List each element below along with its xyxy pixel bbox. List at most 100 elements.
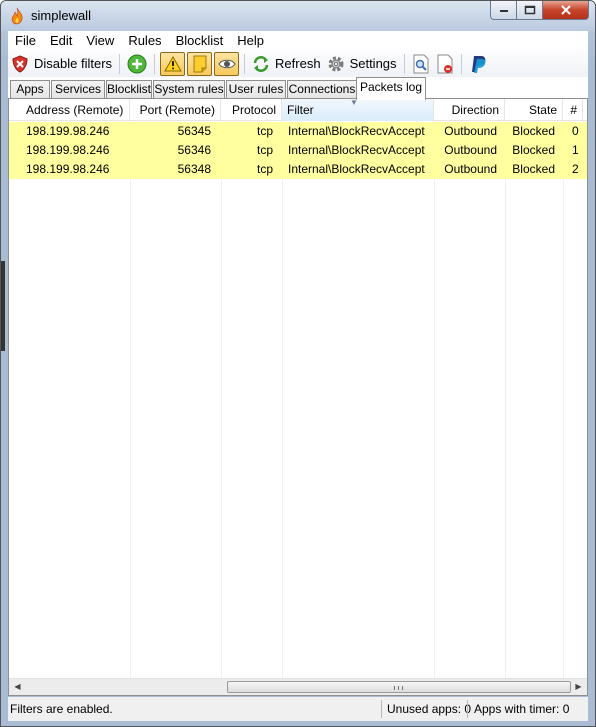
- cell-address: 198.199.98.246: [26, 143, 110, 157]
- toolbar-separator: [154, 53, 156, 74]
- gear-icon: [328, 56, 344, 71]
- menu-blocklist[interactable]: Blocklist: [169, 31, 231, 50]
- cell-address: 198.199.98.246: [26, 162, 110, 176]
- cell-number: 0: [572, 124, 579, 138]
- cell-filter: Internal\BlockRecvAccept: [288, 143, 425, 157]
- scrollbar-thumb[interactable]: [227, 681, 571, 693]
- unused-apps-status: Unused apps: 0: [387, 702, 472, 716]
- flame-icon: [11, 7, 23, 25]
- cell-direction: Outbound: [444, 143, 497, 157]
- cell-state: Blocked: [512, 162, 555, 176]
- menu-help[interactable]: Help: [230, 31, 271, 50]
- tab-bar: Apps Services Blocklist System rules Use…: [8, 77, 588, 100]
- notifications-toggle[interactable]: [160, 51, 186, 76]
- table-row[interactable]: 198.199.98.246 56346 tcp Internal\BlockR…: [9, 141, 587, 160]
- donate-button[interactable]: [466, 52, 492, 76]
- disable-filters-label: Disable filters: [34, 56, 113, 71]
- minimize-button[interactable]: [490, 1, 517, 20]
- minimize-icon: [499, 10, 508, 12]
- cell-filter: Internal\BlockRecvAccept: [288, 162, 425, 176]
- document-delete-icon: [437, 54, 453, 73]
- column-divider: [282, 121, 283, 678]
- toolbar: Disable filters Refresh Settings: [8, 50, 588, 77]
- warning-icon: [163, 55, 182, 71]
- log-view-toggle[interactable]: [214, 51, 240, 76]
- table-row[interactable]: 198.199.98.246 56345 tcp Internal\BlockR…: [9, 122, 587, 141]
- settings-label: Settings: [349, 56, 397, 71]
- menu-view[interactable]: View: [79, 31, 121, 50]
- refresh-icon: [253, 55, 269, 72]
- log-show-button[interactable]: [409, 52, 433, 76]
- column-header-protocol[interactable]: Protocol: [221, 99, 282, 121]
- cell-protocol: tcp: [256, 162, 273, 176]
- cell-filter: Internal\BlockRecvAccept: [288, 124, 425, 138]
- log-toggle[interactable]: [187, 51, 213, 76]
- tab-system-rules[interactable]: System rules: [153, 80, 225, 99]
- cell-state: Blocked: [512, 124, 555, 138]
- maximize-icon: [524, 5, 535, 15]
- add-button[interactable]: [124, 52, 150, 76]
- window-title: simplewall: [31, 8, 91, 23]
- column-header-direction[interactable]: Direction: [434, 99, 505, 121]
- tab-blocklist[interactable]: Blocklist: [106, 80, 152, 99]
- window-edge-shadow: [1, 261, 5, 351]
- refresh-button[interactable]: Refresh: [249, 52, 324, 76]
- cell-state: Blocked: [512, 143, 555, 157]
- horizontal-scrollbar[interactable]: ◀ ▶: [9, 678, 587, 695]
- cell-protocol: tcp: [256, 124, 273, 138]
- cell-port: 56345: [177, 124, 211, 138]
- plus-icon: [127, 54, 147, 73]
- list-header: Address (Remote) Port (Remote) Protocol …: [9, 99, 587, 121]
- toolbar-separator: [403, 53, 405, 74]
- tab-apps[interactable]: Apps: [10, 80, 50, 99]
- app-window: simplewall File Edit View Rules Blocklis…: [0, 0, 596, 727]
- cell-direction: Outbound: [444, 124, 497, 138]
- toolbar-separator: [244, 53, 246, 74]
- refresh-label: Refresh: [275, 56, 321, 71]
- eye-icon: [217, 59, 236, 68]
- title-bar[interactable]: simplewall: [1, 1, 595, 31]
- tab-user-rules[interactable]: User rules: [226, 80, 286, 99]
- status-separator: [381, 700, 382, 718]
- filters-status: Filters are enabled.: [10, 702, 113, 716]
- cell-direction: Outbound: [444, 162, 497, 176]
- column-divider: [505, 121, 506, 678]
- packets-log-list[interactable]: Address (Remote) Port (Remote) Protocol …: [8, 98, 588, 696]
- column-header-filter-label: Filter: [287, 103, 314, 117]
- column-header-number[interactable]: #: [563, 99, 583, 121]
- caption-buttons: [490, 1, 589, 21]
- menu-file[interactable]: File: [8, 31, 43, 50]
- cell-port: 56348: [177, 162, 211, 176]
- tab-packets-log[interactable]: Packets log: [356, 77, 426, 100]
- status-separator: [467, 700, 468, 718]
- column-header-address[interactable]: Address (Remote): [9, 99, 130, 121]
- scroll-left-arrow[interactable]: ◀: [9, 679, 26, 695]
- column-header-state[interactable]: State: [505, 99, 563, 121]
- scroll-right-arrow[interactable]: ▶: [570, 679, 587, 695]
- cell-number: 1: [572, 143, 579, 157]
- settings-button[interactable]: Settings: [324, 52, 400, 76]
- sort-arrow-icon: ▼: [350, 98, 358, 107]
- toolbar-separator: [460, 53, 462, 74]
- column-header-filter[interactable]: ▼ Filter: [282, 99, 434, 121]
- tab-services[interactable]: Services: [51, 80, 105, 99]
- log-clear-button[interactable]: [433, 52, 457, 76]
- note-icon: [193, 55, 207, 72]
- menu-rules[interactable]: Rules: [121, 31, 168, 50]
- shield-off-icon: [12, 54, 28, 73]
- cell-number: 2: [572, 162, 579, 176]
- disable-filters-button[interactable]: Disable filters: [8, 52, 115, 76]
- scrollbar-grip-icon: [394, 686, 403, 690]
- table-row[interactable]: 198.199.98.246 56348 tcp Internal\BlockR…: [9, 160, 587, 179]
- maximize-button[interactable]: [517, 1, 543, 20]
- menu-edit[interactable]: Edit: [43, 31, 79, 50]
- column-divider: [130, 121, 131, 678]
- close-button[interactable]: [543, 1, 589, 20]
- cell-protocol: tcp: [256, 143, 273, 157]
- column-divider: [563, 121, 564, 678]
- toolbar-separator: [119, 53, 121, 74]
- column-header-port[interactable]: Port (Remote): [130, 99, 221, 121]
- menu-bar: File Edit View Rules Blocklist Help: [8, 31, 588, 50]
- tab-connections[interactable]: Connections: [287, 80, 357, 99]
- status-bar: Filters are enabled. Unused apps: 0 Apps…: [8, 697, 588, 721]
